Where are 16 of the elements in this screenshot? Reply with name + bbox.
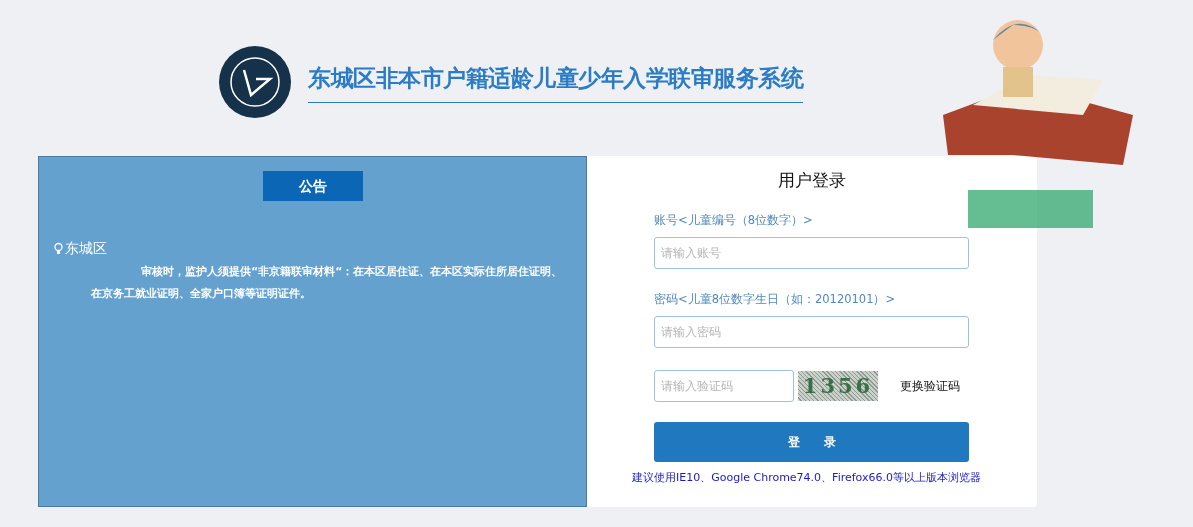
field-label: 账号<儿童编号（8位数字）> <box>654 211 814 229</box>
lightbulb-icon <box>53 242 64 255</box>
login-button[interactable]: 登 录 <box>654 422 969 462</box>
field-label: 密码<儿童8位数字生日（如：20120101）> <box>654 290 897 308</box>
refresh-captcha-link[interactable]: 更换验证码 <box>900 377 960 395</box>
district-name: 东城区 <box>65 239 107 258</box>
login-title: 用户登录 <box>776 169 847 192</box>
input-field[interactable]: 请输入密码 <box>654 316 969 348</box>
captcha-image: 1356 <box>798 371 878 401</box>
notice-heading: 公告 <box>262 171 363 201</box>
browser-hint-text: 建议使用IE10、Google Chrome74.0、Firefox66.0等以上版本浏览器 <box>632 470 981 486</box>
notice-text: 审核时，监护人须提供“非京籍联审材料“：在本区居住证、在本区实际住所居住证明、在京务工就业证明、全家户口簿等证明证件。 <box>90 264 564 302</box>
captcha-field[interactable]: 请输入验证码 <box>654 370 794 402</box>
system-title: 东城区非本市户籍适龄儿童少年入学联审服务系统 <box>308 61 803 103</box>
emblem-logo-icon <box>218 45 292 119</box>
input-field[interactable]: 请输入账号 <box>654 236 969 269</box>
